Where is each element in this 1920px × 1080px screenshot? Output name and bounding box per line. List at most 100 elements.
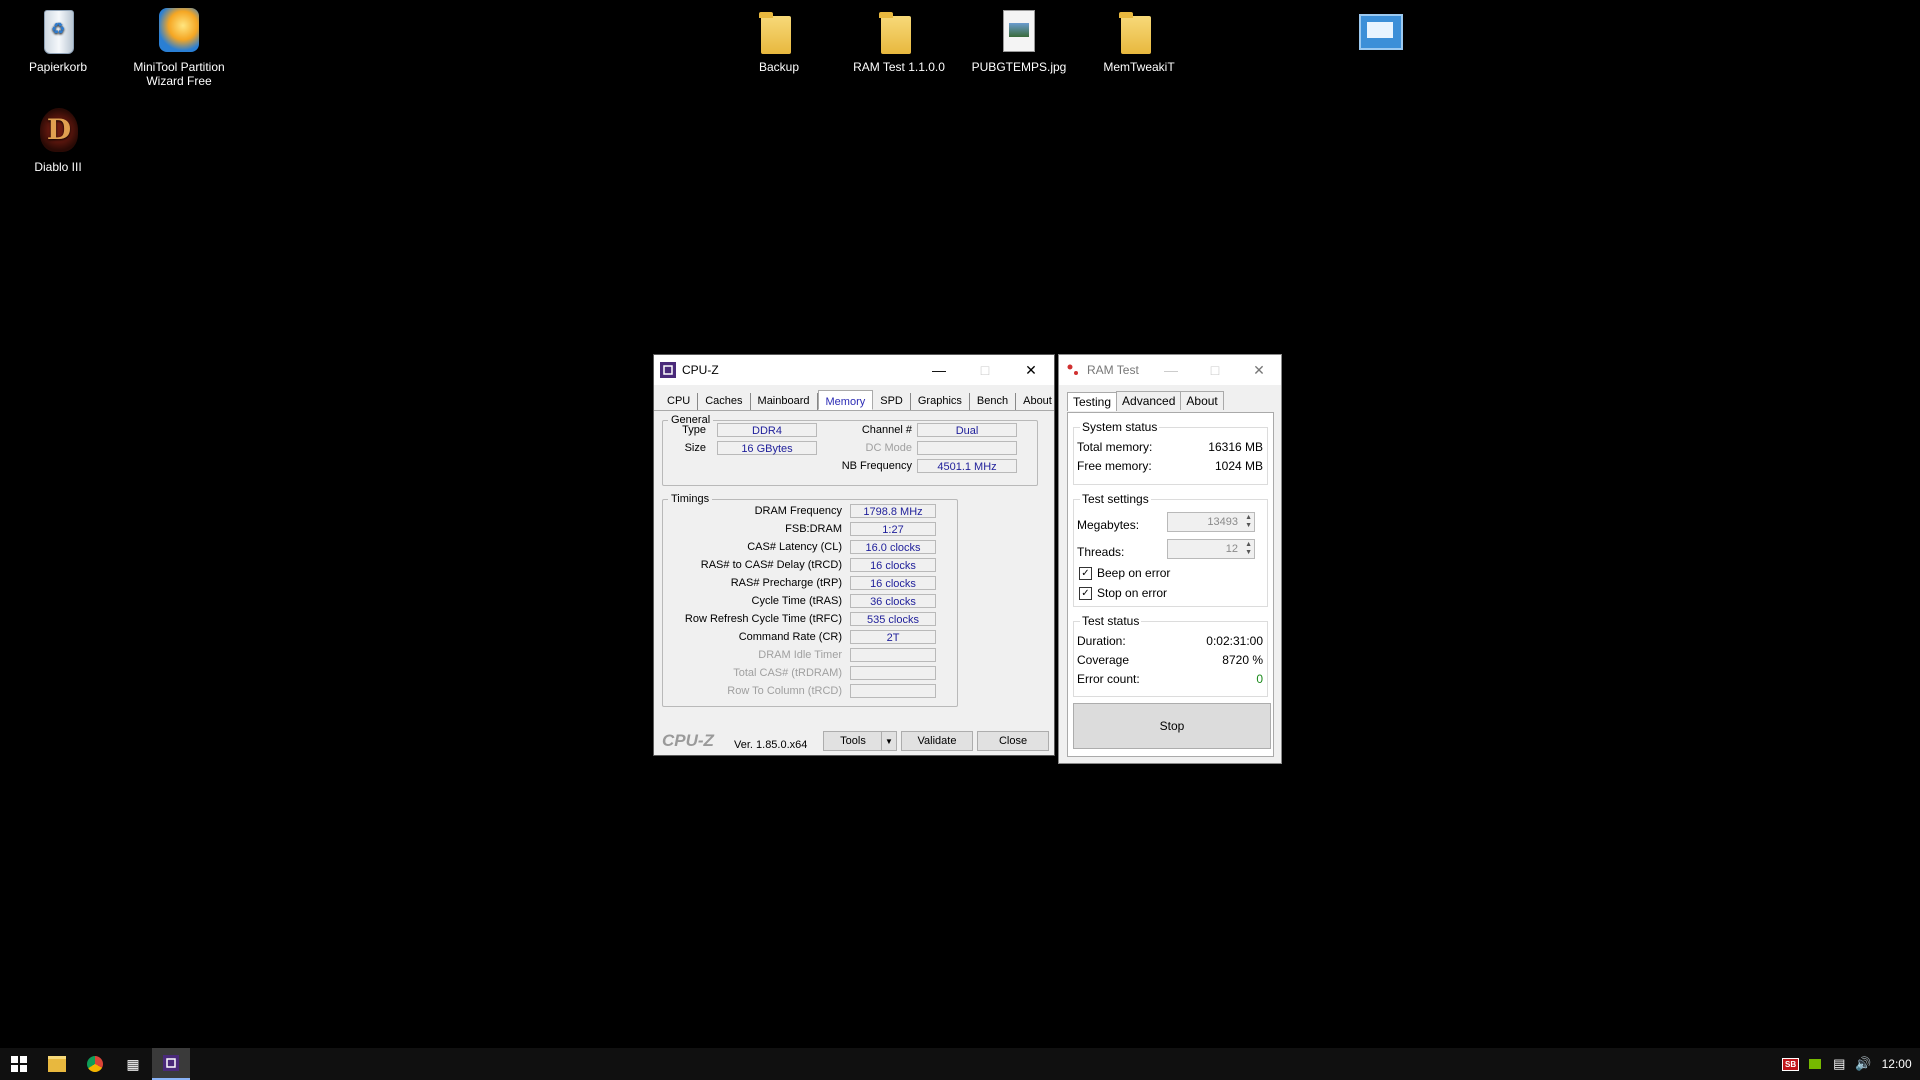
desktop-icon-label: RAM Test 1.1.0.0 [853,60,945,74]
system-tray: SB ▤ 🔊 12:00 [1782,1048,1912,1080]
timing-value: 1:27 [850,522,936,536]
folder-icon [879,12,911,54]
volume-icon[interactable]: 🔊 [1855,1056,1871,1072]
tab-mainboard[interactable]: Mainboard [751,393,818,410]
minitool-icon [159,8,199,52]
size-value: 16 GBytes [717,441,817,455]
close-icon[interactable]: ✕ [1008,355,1054,385]
tab-cpu[interactable]: CPU [660,393,699,410]
close-icon[interactable]: ✕ [1237,355,1281,385]
cpuz-window: CPU-Z — □ ✕ CPU Caches Mainboard Memory … [653,354,1060,756]
test-status-heading: Test status [1080,614,1142,628]
timing-value [850,648,936,662]
type-value: DDR4 [717,423,817,437]
tools-dropdown-button[interactable]: ▼ [881,731,897,751]
desktop-icon-recycle-bin[interactable]: Papierkorb [3,8,113,74]
error-count-value: 0 [1256,672,1263,686]
tab-about[interactable]: About [1180,391,1224,410]
tab-testing[interactable]: Testing [1067,392,1118,411]
desktop-icon-ramtest[interactable]: RAM Test 1.1.0.0 [844,8,954,74]
network-icon[interactable]: ▤ [1833,1056,1845,1072]
timing-label: RAS# Precharge (tRP) [730,577,842,589]
timing-value [850,666,936,680]
timing-label: DRAM Idle Timer [758,649,842,661]
start-button[interactable] [0,1048,38,1080]
nbfreq-label: NB Frequency [841,460,912,472]
desktop-icon-backup[interactable]: Backup [724,8,834,74]
desktop-icon-memtweakit[interactable]: MemTweakiT [1084,8,1194,74]
timing-value [850,684,936,698]
tools-button[interactable]: Tools [823,731,883,751]
taskbar-cpuz[interactable] [152,1048,190,1080]
megabytes-label: Megabytes: [1077,518,1140,532]
maximize-icon: □ [980,362,990,378]
spinner-arrows-icon[interactable]: ▲ ▼ [1245,541,1252,557]
nvidia-icon[interactable] [1809,1059,1822,1069]
taskbar-chrome[interactable] [76,1048,114,1080]
desktop-icon-minitool[interactable]: MiniTool Partition Wizard Free [124,8,234,88]
timing-label: Row Refresh Cycle Time (tRFC) [684,613,842,625]
cpuz-app-icon [660,362,676,378]
taskbar-tool[interactable]: ▦ [114,1048,152,1080]
channel-value: Dual [917,423,1017,437]
desktop-icon-label: Papierkorb [28,60,88,74]
beep-on-error-checkbox[interactable]: ✓ [1079,567,1092,580]
stop-on-error-label[interactable]: Stop on error [1097,586,1167,600]
dcmode-label: DC Mode [865,442,912,454]
validate-button[interactable]: Validate [901,731,973,751]
soundblaster-icon[interactable]: SB [1782,1057,1800,1071]
coverage-label: Coverage [1077,653,1130,667]
tab-spd[interactable]: SPD [873,393,911,410]
taskbar-file-explorer[interactable] [38,1048,76,1080]
system-status-group: System status Total memory: 16316 MB Fre… [1073,420,1268,485]
total-memory-label: Total memory: [1077,440,1153,454]
timing-label: Cycle Time (tRAS) [751,595,842,607]
free-memory-value: 1024 MB [1214,459,1263,473]
coverage-value: 8720 % [1222,653,1263,667]
stop-on-error-checkbox[interactable]: ✓ [1079,587,1092,600]
test-settings-heading: Test settings [1080,492,1151,506]
threads-label: Threads: [1077,545,1125,559]
ramtest-titlebar[interactable]: RAM Test — □ ✕ [1059,355,1281,385]
close-button[interactable]: Close [977,731,1049,751]
tools-label: Tools [840,735,866,747]
tab-caches[interactable]: Caches [698,393,751,410]
minimize-icon[interactable]: — [1149,355,1193,385]
cpuz-titlebar[interactable]: CPU-Z — □ ✕ [654,355,1054,385]
timing-label: FSB:DRAM [785,523,842,535]
tab-bench[interactable]: Bench [970,393,1017,410]
desktop-icon-pubgtemps[interactable]: PUBGTEMPS.jpg [964,8,1074,74]
timing-label: Total CAS# (tRDRAM) [733,667,842,679]
grid-tool-icon: ▦ [126,1055,140,1072]
beep-on-error-label[interactable]: Beep on error [1097,566,1170,580]
checkmark-icon: ✓ [1081,568,1090,579]
tab-graphics[interactable]: Graphics [911,393,970,410]
monitor-widget-icon[interactable] [1359,14,1403,50]
timing-value: 16 clocks [850,576,936,590]
maximize-icon: □ [1210,362,1220,378]
free-memory-label: Free memory: [1077,459,1152,473]
tab-memory[interactable]: Memory [817,390,874,410]
spinner-arrows-icon[interactable]: ▲ ▼ [1245,514,1252,530]
desktop-icon-label: Backup [758,60,800,74]
tab-about[interactable]: About [1016,393,1060,410]
threads-stepper[interactable]: 12 ▲ ▼ [1167,539,1255,559]
chrome-icon [87,1056,103,1072]
cpuz-tabs: CPU Caches Mainboard Memory SPD Graphics… [654,385,1060,411]
stop-button[interactable]: Stop [1073,703,1271,749]
timing-value: 16.0 clocks [850,540,936,554]
timing-label: Command Rate (CR) [738,631,842,643]
megabytes-stepper[interactable]: 13493 ▲ ▼ [1167,512,1255,532]
ramtest-app-icon [1067,364,1078,375]
desktop-icon-diablo[interactable]: D Diablo III [3,108,113,174]
timing-label: RAS# to CAS# Delay (tRCD) [700,559,842,571]
duration-value: 0:02:31:00 [1206,634,1263,648]
timing-label: Row To Column (tRCD) [727,685,842,697]
test-settings-group: Test settings Megabytes: 13493 ▲ ▼ Thread… [1073,492,1268,607]
file-explorer-icon [48,1056,66,1072]
timing-value: 2T [850,630,936,644]
minimize-icon[interactable]: — [916,355,962,385]
clock[interactable]: 12:00 [1882,1057,1912,1071]
tab-advanced[interactable]: Advanced [1116,391,1182,410]
timing-value: 36 clocks [850,594,936,608]
